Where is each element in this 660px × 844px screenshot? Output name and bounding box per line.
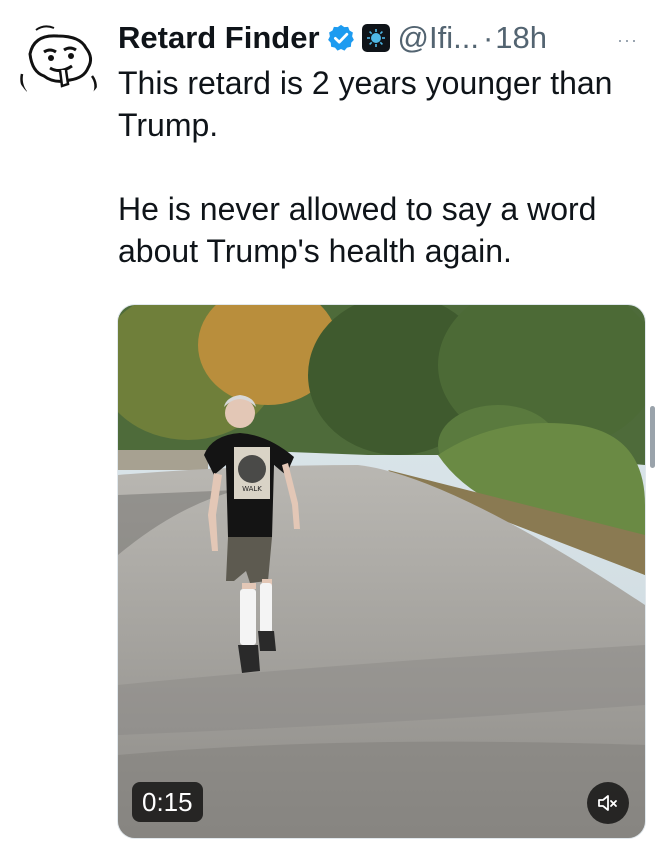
tweet-header: Retard Finder @Ifi... · 18h (118, 18, 547, 58)
tweet-text: This retard is 2 years younger than Trum… (118, 62, 648, 272)
video-player[interactable]: WALK 0:15 (117, 304, 646, 839)
mute-button[interactable] (587, 782, 629, 824)
more-options-icon[interactable]: ··· (617, 30, 638, 51)
tweet-text-line: This retard is 2 years younger than Trum… (118, 65, 613, 143)
affiliate-badge-icon[interactable] (361, 24, 390, 52)
scrollbar[interactable] (650, 406, 655, 468)
author-handle[interactable]: @Ifi... (398, 18, 479, 58)
author-display-name[interactable]: Retard Finder (118, 18, 320, 58)
avatar[interactable] (14, 14, 106, 106)
verified-badge-icon (326, 23, 356, 53)
cartoon-face-icon (14, 14, 106, 106)
post-time[interactable]: 18h (495, 18, 547, 58)
speaker-muted-icon (598, 795, 617, 811)
shirt-text-bottom: WALK (242, 485, 262, 493)
video-frame: WALK (118, 305, 645, 838)
separator-dot: · (482, 20, 494, 55)
tweet-text-line: He is never allowed to say a word about … (118, 191, 597, 269)
video-duration: 0:15 (132, 782, 203, 822)
